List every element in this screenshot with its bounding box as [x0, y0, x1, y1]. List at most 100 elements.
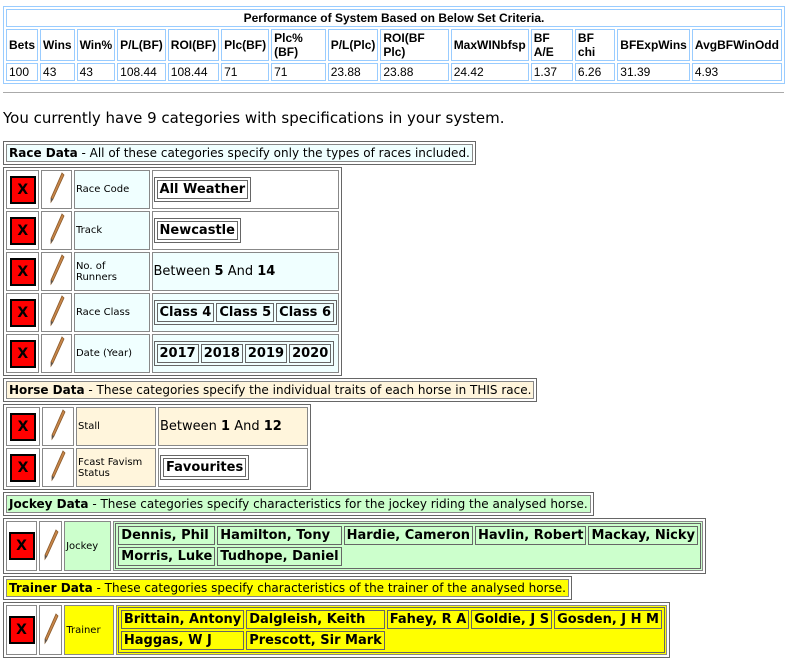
pencil-icon [49, 254, 65, 289]
trainer-chip: Haggas, W J [120, 631, 245, 650]
min-value: 1 [221, 419, 231, 434]
track-values: Newcastle [151, 211, 339, 250]
race-section-title: Race Data [9, 146, 78, 160]
horse-section-header: Horse Data - These categories specify th… [3, 378, 538, 402]
perf-header-cell: P/L(Plc) [327, 29, 379, 61]
perf-value-cell: 6.26 [574, 63, 616, 81]
category-row-track: X Track Newcastle [6, 211, 339, 250]
perf-value-cell: 23.88 [327, 63, 379, 81]
jockey-chip: Hamilton, Tony [217, 526, 342, 545]
jockey-chip: Havlin, Robert [475, 526, 587, 545]
jockey-chip: Tudhope, Daniel [217, 547, 342, 566]
category-row-year: X Date (Year) 2017 2018 2019 2020 [6, 334, 339, 373]
race-section-desc: - All of these categories specify only t… [77, 146, 470, 160]
perf-header-cell: Plc%(BF) [271, 29, 326, 61]
category-row-jockey: X Jockey Dennis, Phil Hamilton, Tony Hardi… [6, 521, 703, 571]
jockey-chip: Hardie, Cameron [343, 526, 474, 545]
edit-stall-button[interactable] [42, 407, 74, 446]
value-chip: Newcastle [156, 221, 238, 240]
edit-race-code-button[interactable] [41, 170, 72, 209]
value-chip: Class 4 [156, 303, 215, 322]
delete-race-class-button[interactable]: X [9, 298, 36, 327]
trainer-chip: Gosden, J H M [554, 610, 662, 629]
value-chip: 2018 [200, 344, 243, 363]
perf-header-cell: Win% [76, 29, 116, 61]
delete-track-button[interactable]: X [9, 216, 36, 245]
perf-value-cell: 1.37 [530, 63, 573, 81]
trainer-chip: Fahey, R A [386, 610, 470, 629]
delete-jockey-button[interactable]: X [8, 532, 35, 560]
intro-text: You currently have 9 categories with spe… [3, 109, 505, 127]
fcast-favism-label: Fcast Favism Status [76, 448, 156, 487]
year-values: 2017 2018 2019 2020 [151, 334, 339, 373]
perf-value-cell: 23.88 [380, 63, 449, 81]
delete-fcast-favism-button[interactable]: X [10, 453, 36, 482]
pencil-icon [49, 295, 65, 330]
perf-value-cell: 4.93 [691, 63, 782, 81]
value-chip: Class 6 [276, 303, 334, 322]
trainer-categories: X Trainer Brittain, Antony Dalgleish, Kei… [3, 602, 670, 658]
value-chip: Class 5 [216, 303, 275, 322]
delete-stall-button[interactable]: X [10, 412, 36, 441]
edit-track-button[interactable] [41, 211, 72, 250]
value-chip: Favourites [163, 458, 247, 477]
stall-label: Stall [76, 407, 156, 446]
pencil-icon [50, 409, 66, 444]
category-row-runners: X No. of Runners Between 5 And 14 [6, 252, 339, 291]
between-text: Between [160, 419, 222, 434]
perf-value-cell: 71 [271, 63, 326, 81]
pencil-icon [49, 213, 65, 248]
edit-runners-button[interactable] [41, 252, 72, 291]
race-code-values: All Weather [151, 170, 339, 209]
and-text: And [230, 419, 264, 434]
track-label: Track [73, 211, 150, 250]
category-row-race-code: X Race Code All Weather [6, 170, 339, 209]
divider [3, 92, 784, 93]
jockey-label: Jockey [64, 521, 112, 571]
perf-value-cell: 71 [221, 63, 270, 81]
delete-runners-button[interactable]: X [9, 257, 36, 286]
jockey-section-title: Jockey Data [9, 497, 89, 511]
category-row-stall: X Stall Between 1 And 12 [6, 407, 308, 446]
edit-trainer-button[interactable] [39, 605, 63, 655]
perf-header-cell: Plc(BF) [221, 29, 270, 61]
edit-race-class-button[interactable] [41, 293, 72, 332]
edit-jockey-button[interactable] [39, 521, 63, 571]
category-row-trainer: X Trainer Brittain, Antony Dalgleish, Kei… [6, 605, 667, 655]
race-section-header: Race Data - All of these categories spec… [3, 141, 476, 165]
max-value: 14 [257, 264, 276, 279]
category-row-race-class: X Race Class Class 4 Class 5 Class 6 [6, 293, 339, 332]
and-text: And [223, 264, 258, 279]
value-chip: 2020 [289, 344, 332, 363]
pencil-icon [50, 450, 66, 485]
edit-fcast-favism-button[interactable] [42, 448, 74, 487]
delete-year-button[interactable]: X [9, 339, 36, 368]
pencil-icon [49, 172, 65, 207]
max-value: 12 [263, 419, 282, 434]
perf-header-cell: BFExpWins [617, 29, 690, 61]
race-class-values: Class 4 Class 5 Class 6 [151, 293, 339, 332]
perf-value-cell: 43 [40, 63, 75, 81]
trainer-chip: Dalgleish, Keith [246, 610, 385, 629]
value-chip: 2019 [244, 344, 288, 363]
perf-value-cell: 43 [76, 63, 116, 81]
trainer-values-grid: Brittain, Antony Dalgleish, Keith Fahey, R… [117, 607, 665, 653]
jockey-categories: X Jockey Dennis, Phil Hamilton, Tony Hardi… [3, 518, 706, 574]
trainer-section-title: Trainer Data [9, 581, 93, 595]
value-chips: 2017 2018 2019 2020 [153, 341, 335, 366]
value-chips: Newcastle [153, 218, 241, 243]
trainer-values: Brittain, Antony Dalgleish, Keith Fahey, R… [115, 605, 667, 655]
perf-value-cell: 31.39 [617, 63, 690, 81]
delete-race-code-button[interactable]: X [9, 175, 36, 204]
horse-section-desc: - These categories specify the individua… [84, 383, 532, 397]
value-chip: 2017 [156, 344, 199, 363]
perf-value-cell: 24.42 [450, 63, 529, 81]
perf-header-cell: BF A/E [530, 29, 573, 61]
fcast-favism-values: Favourites [158, 448, 308, 487]
edit-year-button[interactable] [41, 334, 72, 373]
stall-values: Between 1 And 12 [158, 407, 308, 446]
value-chips: Class 4 Class 5 Class 6 [153, 300, 337, 325]
trainer-section-header: Trainer Data - These categories specify … [3, 576, 572, 600]
delete-trainer-button[interactable]: X [8, 616, 35, 644]
perf-value-cell: 108.44 [167, 63, 220, 81]
